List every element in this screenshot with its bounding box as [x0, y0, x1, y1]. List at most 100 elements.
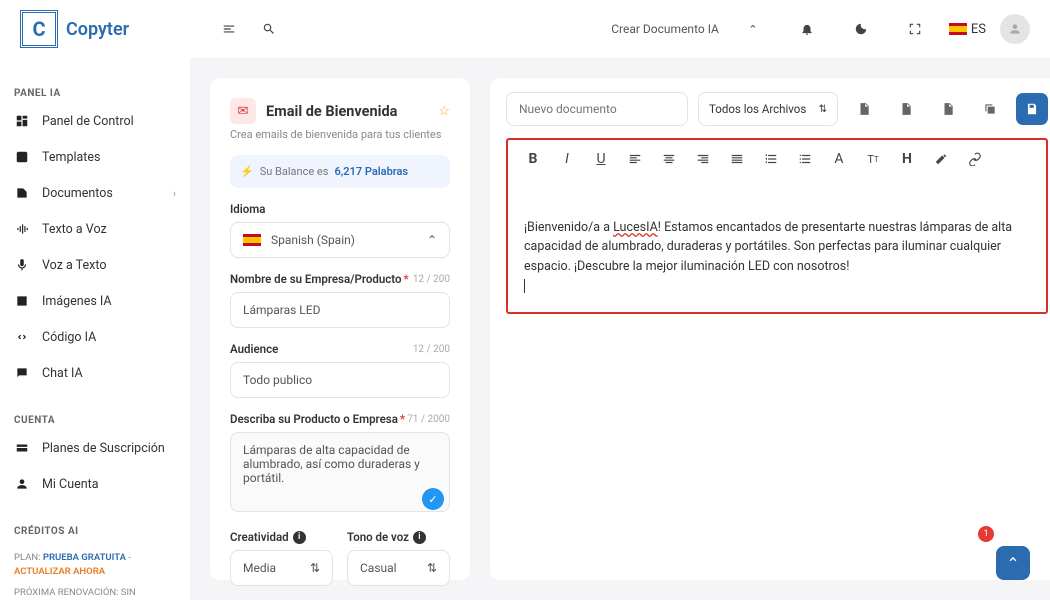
credits-block: PLAN: PRUEBA GRATUITA - ACTUALIZAR AHORA…	[0, 541, 190, 600]
sidebar-item-templates[interactable]: Templates	[0, 139, 190, 175]
tone-label: Tono de vozi	[347, 530, 450, 544]
font-icon[interactable]: A	[830, 150, 848, 168]
grammar-badge-icon[interactable]: ✓	[422, 488, 444, 510]
mic-icon	[14, 257, 30, 273]
form-panel: ✉ Email de Bienvenida ☆ Crea emails de b…	[210, 78, 470, 580]
sidebar-heading-account: CUENTA	[0, 411, 190, 430]
chevron-sort-icon: ⇅	[427, 561, 437, 575]
sidebar-item-stt[interactable]: Voz a Texto	[0, 247, 190, 283]
image-icon	[14, 293, 30, 309]
sidebar-heading-ai: PANEL IA	[0, 84, 190, 103]
flag-es-icon	[243, 234, 261, 246]
chevron-sort-icon: ⇅	[819, 104, 827, 115]
documents-icon	[14, 185, 30, 201]
logo-mark: C	[20, 10, 58, 48]
scroll-top-button[interactable]: ⌃	[996, 546, 1030, 580]
audience-input[interactable]	[230, 362, 450, 398]
company-input[interactable]	[230, 292, 450, 328]
bolt-icon: ⚡	[240, 165, 254, 178]
balance-box: ⚡ Su Balance es 6,217 Palabras	[230, 155, 450, 188]
sidebar-item-plans[interactable]: Planes de Suscripción	[0, 430, 190, 466]
language-select[interactable]: Spanish (Spain) ⌃	[230, 222, 450, 258]
user-icon	[14, 476, 30, 492]
text-cursor	[524, 279, 525, 293]
subscription-icon	[14, 440, 30, 456]
editor-toolbar: B I U A TT H	[508, 140, 1046, 178]
upgrade-link[interactable]: ACTUALIZAR AHORA	[14, 566, 105, 577]
fullscreen-icon[interactable]	[901, 15, 929, 43]
sidebar-item-chat[interactable]: Chat IA	[0, 355, 190, 391]
search-icon[interactable]	[255, 15, 283, 43]
text-size-icon[interactable]: TT	[864, 150, 882, 168]
align-center-icon[interactable]	[660, 150, 678, 168]
notification-badge[interactable]: 1	[978, 526, 994, 542]
link-icon[interactable]	[966, 150, 984, 168]
dark-mode-icon[interactable]	[847, 15, 875, 43]
sidebar-heading-credits: CRÉDITOS AI	[0, 522, 190, 541]
topbar-right: Crear Documento IA ⌃ ES	[611, 14, 1030, 44]
language-selector[interactable]: ES	[949, 22, 986, 37]
favorite-star-icon[interactable]: ☆	[438, 104, 450, 119]
spellcheck-word: LucesIA	[613, 220, 658, 235]
copy-icon[interactable]	[974, 93, 1006, 125]
create-doc-link[interactable]: Crear Documento IA	[611, 22, 719, 36]
form-title: Email de Bienvenida	[266, 103, 438, 120]
sidebar-item-documentos[interactable]: Documentos›	[0, 175, 190, 211]
chevron-right-icon: ›	[173, 187, 176, 200]
info-icon[interactable]: i	[413, 531, 426, 544]
main-area: ✉ Email de Bienvenida ☆ Crea emails de b…	[190, 58, 1050, 600]
info-icon[interactable]: i	[293, 531, 306, 544]
company-label: Nombre de su Empresa/Producto*12 / 200	[230, 272, 450, 286]
highlight-icon[interactable]	[932, 150, 950, 168]
dashboard-icon	[14, 113, 30, 129]
user-avatar[interactable]	[1000, 14, 1030, 44]
editor-panel: Todos los Archivos⇅ B I U A TT H	[490, 78, 1050, 580]
unordered-list-icon[interactable]	[796, 150, 814, 168]
templates-icon	[14, 149, 30, 165]
sidebar-item-account[interactable]: Mi Cuenta	[0, 466, 190, 502]
heading-icon[interactable]: H	[898, 150, 916, 168]
chat-icon	[14, 365, 30, 381]
creativity-label: Creatividadi	[230, 530, 333, 544]
email-template-icon: ✉	[230, 98, 256, 124]
align-right-icon[interactable]	[694, 150, 712, 168]
audience-label: Audience12 / 200	[230, 342, 450, 356]
doc-action-2-icon[interactable]	[890, 93, 922, 125]
bell-icon[interactable]	[793, 15, 821, 43]
sidebar-item-images[interactable]: Imágenes IA	[0, 283, 190, 319]
topbar: C Copyter Crear Documento IA ⌃ ES	[0, 0, 1050, 58]
flag-es-icon	[949, 23, 967, 35]
editor-content[interactable]: ¡Bienvenido/a a LucesIA! Estamos encanta…	[508, 178, 1046, 312]
plan-name: PRUEBA GRATUITA	[43, 552, 126, 563]
chevron-sort-icon: ⇅	[310, 561, 320, 575]
logo-text: Copyter	[66, 19, 129, 40]
files-select[interactable]: Todos los Archivos⇅	[698, 92, 838, 126]
bold-icon[interactable]: B	[524, 150, 542, 168]
document-name-input[interactable]	[506, 92, 688, 126]
tone-select[interactable]: Casual⇅	[347, 550, 450, 586]
sidebar: PANEL IA Panel de Control Templates Docu…	[0, 58, 190, 600]
sidebar-item-panel[interactable]: Panel de Control	[0, 103, 190, 139]
ordered-list-icon[interactable]	[762, 150, 780, 168]
describe-label: Describa su Producto o Empresa*71 / 2000	[230, 412, 450, 426]
describe-textarea[interactable]	[230, 432, 450, 512]
creativity-select[interactable]: Media⇅	[230, 550, 333, 586]
menu-toggle-icon[interactable]	[215, 15, 243, 43]
language-label: Idioma	[230, 202, 450, 216]
align-justify-icon[interactable]	[728, 150, 746, 168]
sound-wave-icon	[14, 221, 30, 237]
sidebar-item-code[interactable]: Código IA	[0, 319, 190, 355]
chevron-up-icon: ⌃	[427, 233, 437, 247]
editor-box: B I U A TT H ¡Bienvenido/a a LucesIA! Es…	[506, 138, 1048, 314]
sidebar-item-tts[interactable]: Texto a Voz	[0, 211, 190, 247]
align-left-icon[interactable]	[626, 150, 644, 168]
chevron-up-icon[interactable]: ⌃	[739, 15, 767, 43]
code-icon	[14, 329, 30, 345]
renewal-text: PRÓXIMA RENOVACIÓN: SIN RENOVACIÓN	[14, 586, 176, 600]
doc-action-3-icon[interactable]	[932, 93, 964, 125]
save-button[interactable]	[1016, 93, 1048, 125]
underline-icon[interactable]: U	[592, 150, 610, 168]
editor-topbar: Todos los Archivos⇅	[506, 92, 1048, 126]
doc-action-1-icon[interactable]	[848, 93, 880, 125]
italic-icon[interactable]: I	[558, 150, 576, 168]
